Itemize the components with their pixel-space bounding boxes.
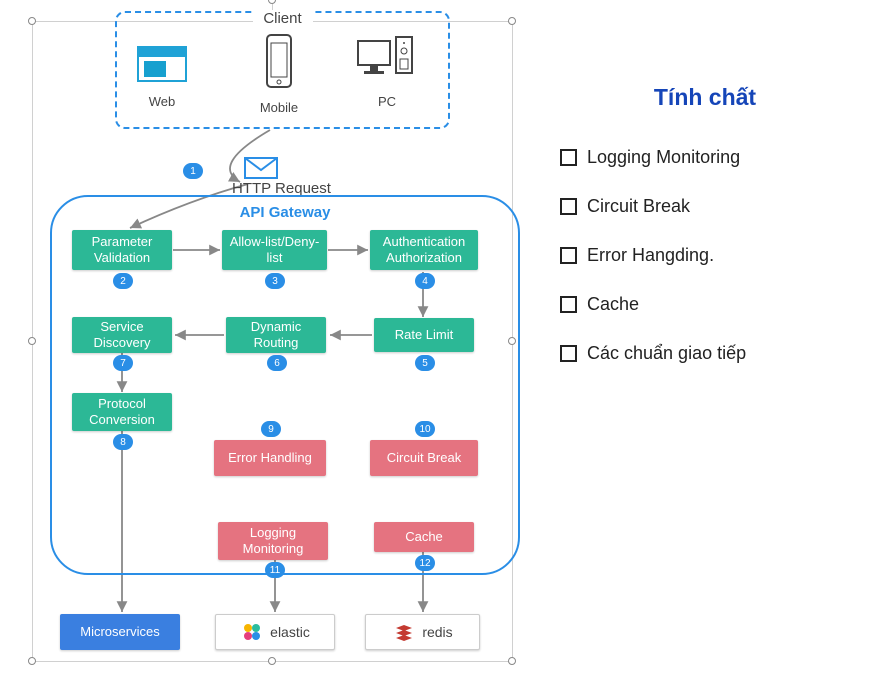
client-box: Client Web Mobile	[115, 11, 450, 129]
client-label: Client	[253, 10, 313, 27]
step-5: 5	[415, 355, 435, 371]
sidebar-item-label: Logging Monitoring	[587, 147, 740, 168]
checkbox-icon	[560, 296, 577, 313]
canvas: Client Web Mobile	[0, 0, 872, 673]
node-authentication-authorization: Authentication Authorization	[370, 230, 478, 270]
node-dynamic-routing: Dynamic Routing	[226, 317, 326, 353]
box-microservices: Microservices	[60, 614, 180, 650]
step-8: 8	[113, 434, 133, 450]
step-4: 4	[415, 273, 435, 289]
box-elastic: elastic	[215, 614, 335, 650]
sidebar-item-error: Error Hangding.	[560, 245, 850, 266]
sidebar-item-label: Circuit Break	[587, 196, 690, 217]
mobile-icon	[259, 33, 299, 91]
gateway-label: API Gateway	[52, 204, 518, 221]
node-circuit-break: Circuit Break	[370, 440, 478, 476]
step-10: 10	[415, 421, 435, 437]
node-error-handling: Error Handling	[214, 440, 326, 476]
node-protocol-conversion: Protocol Conversion	[72, 393, 172, 431]
node-allow-deny-list: Allow-list/Deny-list	[222, 230, 327, 270]
client-pc: PC	[347, 35, 427, 109]
checkbox-icon	[560, 345, 577, 362]
step-7: 7	[113, 355, 133, 371]
checkbox-icon	[560, 198, 577, 215]
redis-icon	[392, 620, 416, 644]
node-service-discovery: Service Discovery	[72, 317, 172, 353]
pc-icon	[352, 35, 422, 85]
client-web: Web	[122, 43, 202, 109]
step-6: 6	[267, 355, 287, 371]
elastic-icon	[240, 620, 264, 644]
sidebar: Tính chất Logging Monitoring Circuit Bre…	[560, 84, 850, 392]
client-mobile-label: Mobile	[239, 100, 319, 115]
checkbox-icon	[560, 149, 577, 166]
elastic-label: elastic	[270, 624, 310, 640]
node-rate-limit: Rate Limit	[374, 318, 474, 352]
node-cache: Cache	[374, 522, 474, 552]
step-3: 3	[265, 273, 285, 289]
sidebar-title: Tính chất	[560, 84, 850, 111]
step-9: 9	[261, 421, 281, 437]
checkbox-icon	[560, 247, 577, 264]
node-parameter-validation: Parameter Validation	[72, 230, 172, 270]
step-12: 12	[415, 555, 435, 571]
step-11: 11	[265, 562, 285, 578]
sidebar-item-label: Error Hangding.	[587, 245, 714, 266]
client-mobile: Mobile	[239, 33, 319, 115]
browser-icon	[132, 43, 192, 85]
sidebar-item-cache: Cache	[560, 294, 850, 315]
client-web-label: Web	[122, 94, 202, 109]
sidebar-item-label: Các chuẩn giao tiếp	[587, 343, 746, 364]
step-1: 1	[183, 163, 203, 179]
envelope-icon	[243, 156, 279, 180]
step-2: 2	[113, 273, 133, 289]
sidebar-item-logging: Logging Monitoring	[560, 147, 850, 168]
sidebar-item-circuit: Circuit Break	[560, 196, 850, 217]
node-logging-monitoring: Logging Monitoring	[218, 522, 328, 560]
client-pc-label: PC	[347, 94, 427, 109]
redis-label: redis	[422, 624, 452, 640]
box-redis: redis	[365, 614, 480, 650]
sidebar-item-label: Cache	[587, 294, 639, 315]
sidebar-item-protocols: Các chuẩn giao tiếp	[560, 343, 850, 364]
